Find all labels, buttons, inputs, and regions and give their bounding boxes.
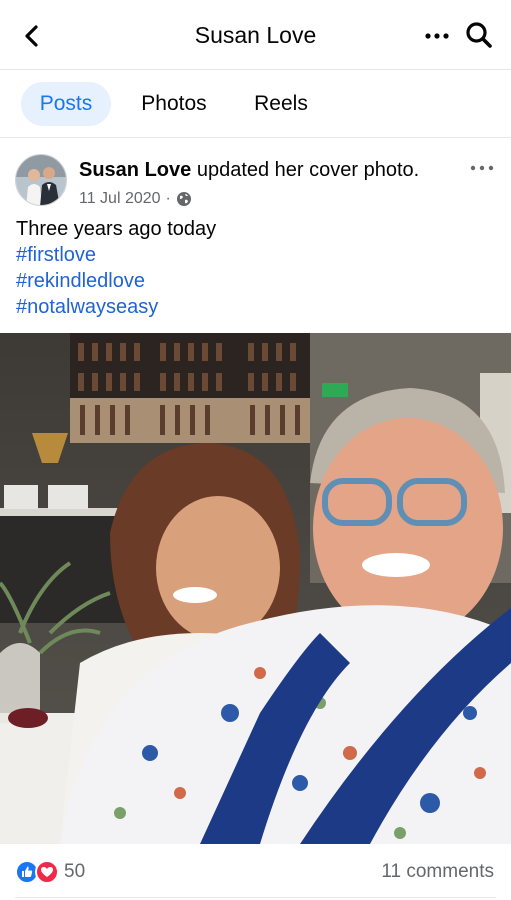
post-author-name[interactable]: Susan Love [79, 159, 191, 181]
avatar[interactable] [15, 154, 67, 206]
more-dots-icon [470, 165, 494, 171]
avatar-photo [16, 155, 66, 205]
love-reaction-icon [35, 860, 59, 884]
post-header: Susan Love updated her cover photo. 11 J… [0, 138, 511, 218]
hashtag-link[interactable]: #firstlove [16, 242, 496, 268]
reaction-count: 50 [64, 861, 86, 882]
post-body: Three years ago today [16, 218, 217, 240]
hashtag-link[interactable]: #notalwayseasy [16, 294, 496, 320]
cover-photo[interactable] [0, 333, 511, 844]
chevron-left-icon [25, 25, 38, 47]
post-text: Three years ago today #firstlove #rekind… [16, 216, 496, 320]
hashtag-link[interactable]: #rekindledlove [16, 268, 496, 294]
search-icon [466, 22, 492, 48]
tab-reels[interactable]: Reels [240, 82, 322, 126]
comments-count[interactable]: 11 comments [381, 861, 494, 883]
profile-tabs: Posts Photos Reels [0, 70, 511, 138]
footer-divider [15, 897, 496, 898]
search-button[interactable] [464, 20, 494, 50]
reactions-summary[interactable]: 50 [15, 860, 85, 884]
post-author-line: Susan Love updated her cover photo. [79, 159, 419, 182]
post-footer: 50 11 comments [0, 846, 511, 900]
meta-separator: · [165, 190, 171, 207]
more-options-button[interactable] [424, 24, 450, 48]
more-dots-icon [425, 33, 449, 39]
back-button[interactable] [18, 22, 46, 50]
tab-photos[interactable]: Photos [126, 82, 222, 126]
globe-icon [176, 192, 191, 206]
post-meta: 11 Jul 2020 · [79, 190, 192, 208]
post-date[interactable]: 11 Jul 2020 [79, 190, 161, 208]
tab-posts[interactable]: Posts [21, 82, 111, 126]
top-bar: Susan Love [0, 0, 511, 70]
cover-photo-image [0, 333, 511, 844]
post-action-text: updated her cover photo. [191, 159, 420, 181]
post-options-button[interactable] [468, 160, 496, 176]
